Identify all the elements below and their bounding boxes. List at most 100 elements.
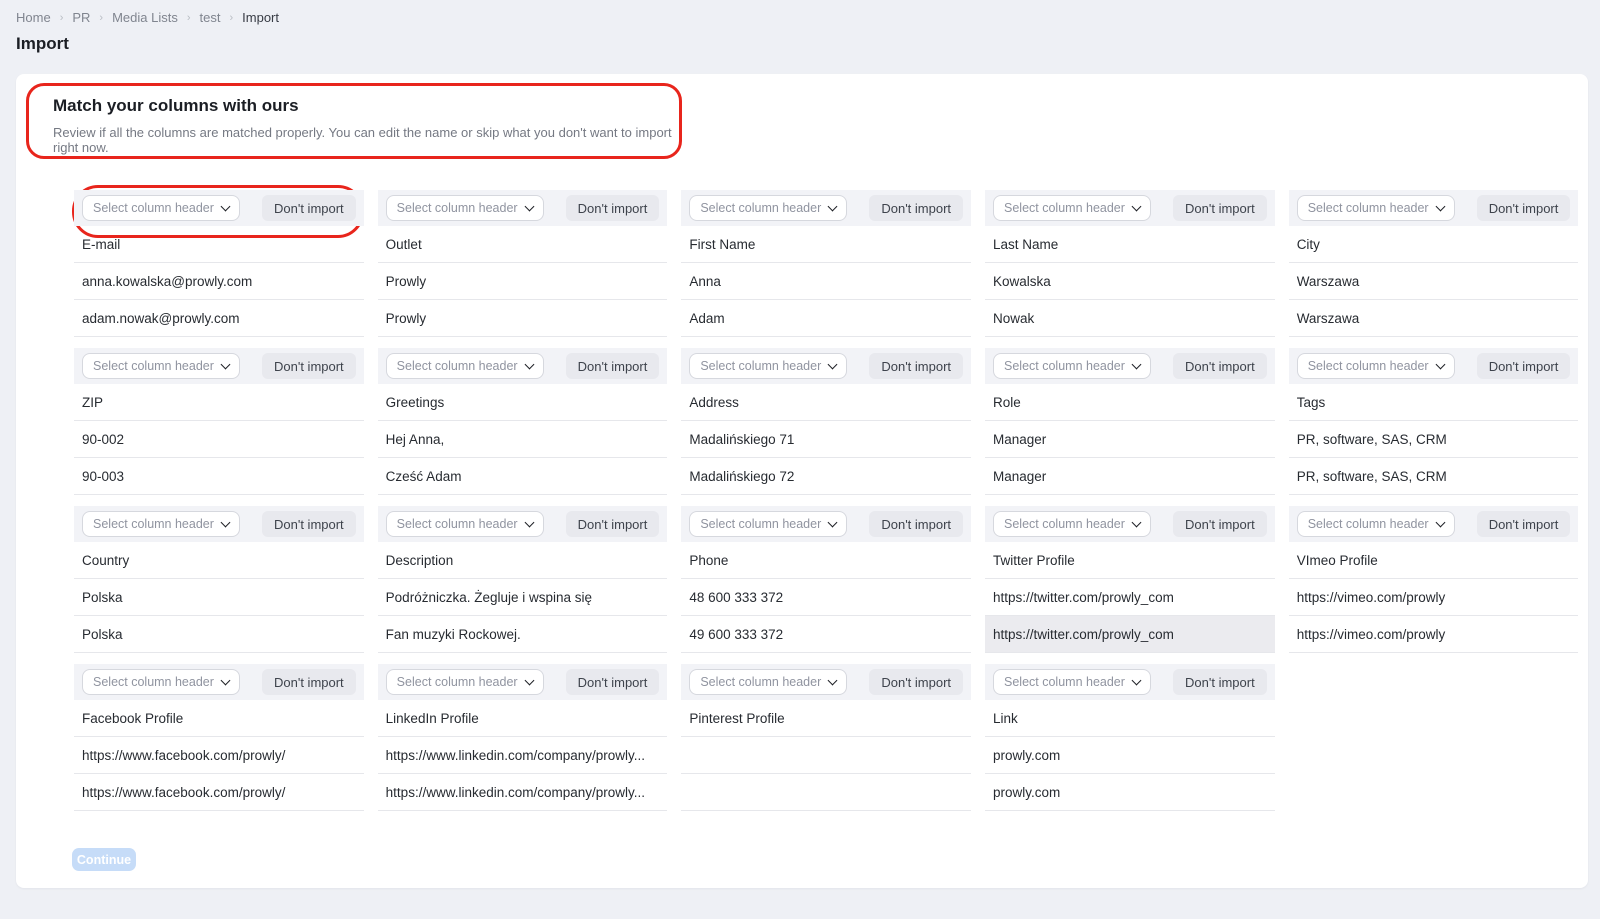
dont-import-button[interactable]: Don't import: [262, 669, 356, 695]
breadcrumb-separator-icon: ›: [229, 12, 233, 24]
continue-button[interactable]: Continue: [72, 848, 136, 871]
data-cell: Cześć Adam: [378, 458, 668, 495]
breadcrumb-item[interactable]: test: [200, 10, 221, 25]
column-header-select[interactable]: Select column header: [386, 511, 544, 537]
column-header-select[interactable]: Select column header: [82, 511, 240, 537]
chevron-down-icon: [828, 359, 838, 369]
select-placeholder: Select column header: [1308, 517, 1429, 531]
column-header-select[interactable]: Select column header: [689, 669, 847, 695]
select-placeholder: Select column header: [93, 517, 214, 531]
column-header-cell: Last Name: [985, 226, 1275, 263]
dont-import-button[interactable]: Don't import: [566, 669, 660, 695]
data-cell: Prowly: [378, 263, 668, 300]
dont-import-button[interactable]: Don't import: [262, 195, 356, 221]
dont-import-button[interactable]: Don't import: [262, 353, 356, 379]
column-block: Select column header Don't import Addres…: [681, 348, 971, 495]
chevron-down-icon: [1132, 359, 1142, 369]
column-header-select[interactable]: Select column header: [82, 669, 240, 695]
dont-import-button[interactable]: Don't import: [262, 511, 356, 537]
column-controls-row: Select column header Don't import: [681, 190, 971, 226]
column-controls-row: Select column header Don't import: [378, 506, 668, 542]
column-header-select[interactable]: Select column header: [993, 511, 1151, 537]
column-header-cell: Link: [985, 700, 1275, 737]
column-controls-row: Select column header Don't import: [985, 190, 1275, 226]
data-cell: Warszawa: [1289, 263, 1579, 300]
breadcrumb-item[interactable]: Home: [16, 10, 51, 25]
column-controls-row: Select column header Don't import: [681, 664, 971, 700]
data-cell: https://www.linkedin.com/company/prowly.…: [378, 774, 668, 811]
dont-import-button[interactable]: Don't import: [566, 353, 660, 379]
dont-import-button[interactable]: Don't import: [1477, 511, 1571, 537]
dont-import-button[interactable]: Don't import: [869, 195, 963, 221]
dont-import-button[interactable]: Don't import: [1173, 195, 1267, 221]
chevron-down-icon: [1435, 359, 1445, 369]
data-cell: Madalińskiego 71: [681, 421, 971, 458]
data-cell: Adam: [681, 300, 971, 337]
chevron-down-icon: [524, 517, 534, 527]
dont-import-button[interactable]: Don't import: [1173, 669, 1267, 695]
column-controls-row: Select column header Don't import: [378, 664, 668, 700]
dont-import-button[interactable]: Don't import: [869, 511, 963, 537]
chevron-down-icon: [1132, 675, 1142, 685]
dont-import-button[interactable]: Don't import: [869, 353, 963, 379]
dont-import-button[interactable]: Don't import: [1477, 195, 1571, 221]
column-header-select[interactable]: Select column header: [82, 353, 240, 379]
column-controls-row: Select column header Don't import: [74, 348, 364, 384]
dont-import-button[interactable]: Don't import: [1477, 353, 1571, 379]
column-header-select[interactable]: Select column header: [1297, 195, 1455, 221]
select-placeholder: Select column header: [1004, 517, 1125, 531]
breadcrumb: Home›PR›Media Lists›test›Import: [16, 10, 279, 25]
column-controls-row: Select column header Don't import: [681, 348, 971, 384]
data-cell: Fan muzyki Rockowej.: [378, 616, 668, 653]
data-cell: https://www.facebook.com/prowly/: [74, 774, 364, 811]
column-block: Select column header Don't import Role M…: [985, 348, 1275, 495]
column-header-select[interactable]: Select column header: [1297, 353, 1455, 379]
column-block: Select column header Don't import Facebo…: [74, 664, 364, 811]
column-match-table: Select column header Don't import E-mail…: [74, 190, 1538, 822]
data-cell: https://vimeo.com/prowly: [1289, 579, 1579, 616]
data-cell: Manager: [985, 458, 1275, 495]
column-header-select[interactable]: Select column header: [993, 353, 1151, 379]
breadcrumb-separator-icon: ›: [99, 12, 103, 24]
column-header-cell: VImeo Profile: [1289, 542, 1579, 579]
column-controls-row: Select column header Don't import: [74, 664, 364, 700]
breadcrumb-separator-icon: ›: [60, 12, 64, 24]
data-cell: Manager: [985, 421, 1275, 458]
dont-import-button[interactable]: Don't import: [1173, 511, 1267, 537]
column-header-cell: Role: [985, 384, 1275, 421]
column-header-select[interactable]: Select column header: [82, 195, 240, 221]
select-placeholder: Select column header: [397, 675, 518, 689]
intro-section: Match your columns with ours Review if a…: [53, 96, 693, 155]
column-header-select[interactable]: Select column header: [993, 195, 1151, 221]
column-header-select[interactable]: Select column header: [993, 669, 1151, 695]
column-header-select[interactable]: Select column header: [689, 353, 847, 379]
data-cell: https://www.facebook.com/prowly/: [74, 737, 364, 774]
breadcrumb-item[interactable]: Import: [242, 10, 279, 25]
column-header-cell: E-mail: [74, 226, 364, 263]
select-placeholder: Select column header: [397, 201, 518, 215]
data-cell: 90-002: [74, 421, 364, 458]
dont-import-button[interactable]: Don't import: [566, 195, 660, 221]
data-cell: https://vimeo.com/prowly: [1289, 616, 1579, 653]
breadcrumb-item[interactable]: Media Lists: [112, 10, 178, 25]
dont-import-button[interactable]: Don't import: [1173, 353, 1267, 379]
column-header-select[interactable]: Select column header: [689, 195, 847, 221]
column-header-select[interactable]: Select column header: [386, 669, 544, 695]
select-placeholder: Select column header: [700, 675, 821, 689]
chevron-down-icon: [828, 201, 838, 211]
column-header-cell: Tags: [1289, 384, 1579, 421]
column-header-select[interactable]: Select column header: [386, 353, 544, 379]
data-cell: Warszawa: [1289, 300, 1579, 337]
dont-import-button[interactable]: Don't import: [566, 511, 660, 537]
column-header-select[interactable]: Select column header: [386, 195, 544, 221]
column-block: Select column header Don't import Linked…: [378, 664, 668, 811]
select-placeholder: Select column header: [1004, 675, 1125, 689]
column-controls-row: Select column header Don't import: [681, 506, 971, 542]
column-block: Select column header Don't import Twitte…: [985, 506, 1275, 653]
column-header-select[interactable]: Select column header: [1297, 511, 1455, 537]
data-cell: PR, software, SAS, CRM: [1289, 421, 1579, 458]
data-cell: prowly.com: [985, 774, 1275, 811]
breadcrumb-item[interactable]: PR: [72, 10, 90, 25]
column-header-select[interactable]: Select column header: [689, 511, 847, 537]
dont-import-button[interactable]: Don't import: [869, 669, 963, 695]
